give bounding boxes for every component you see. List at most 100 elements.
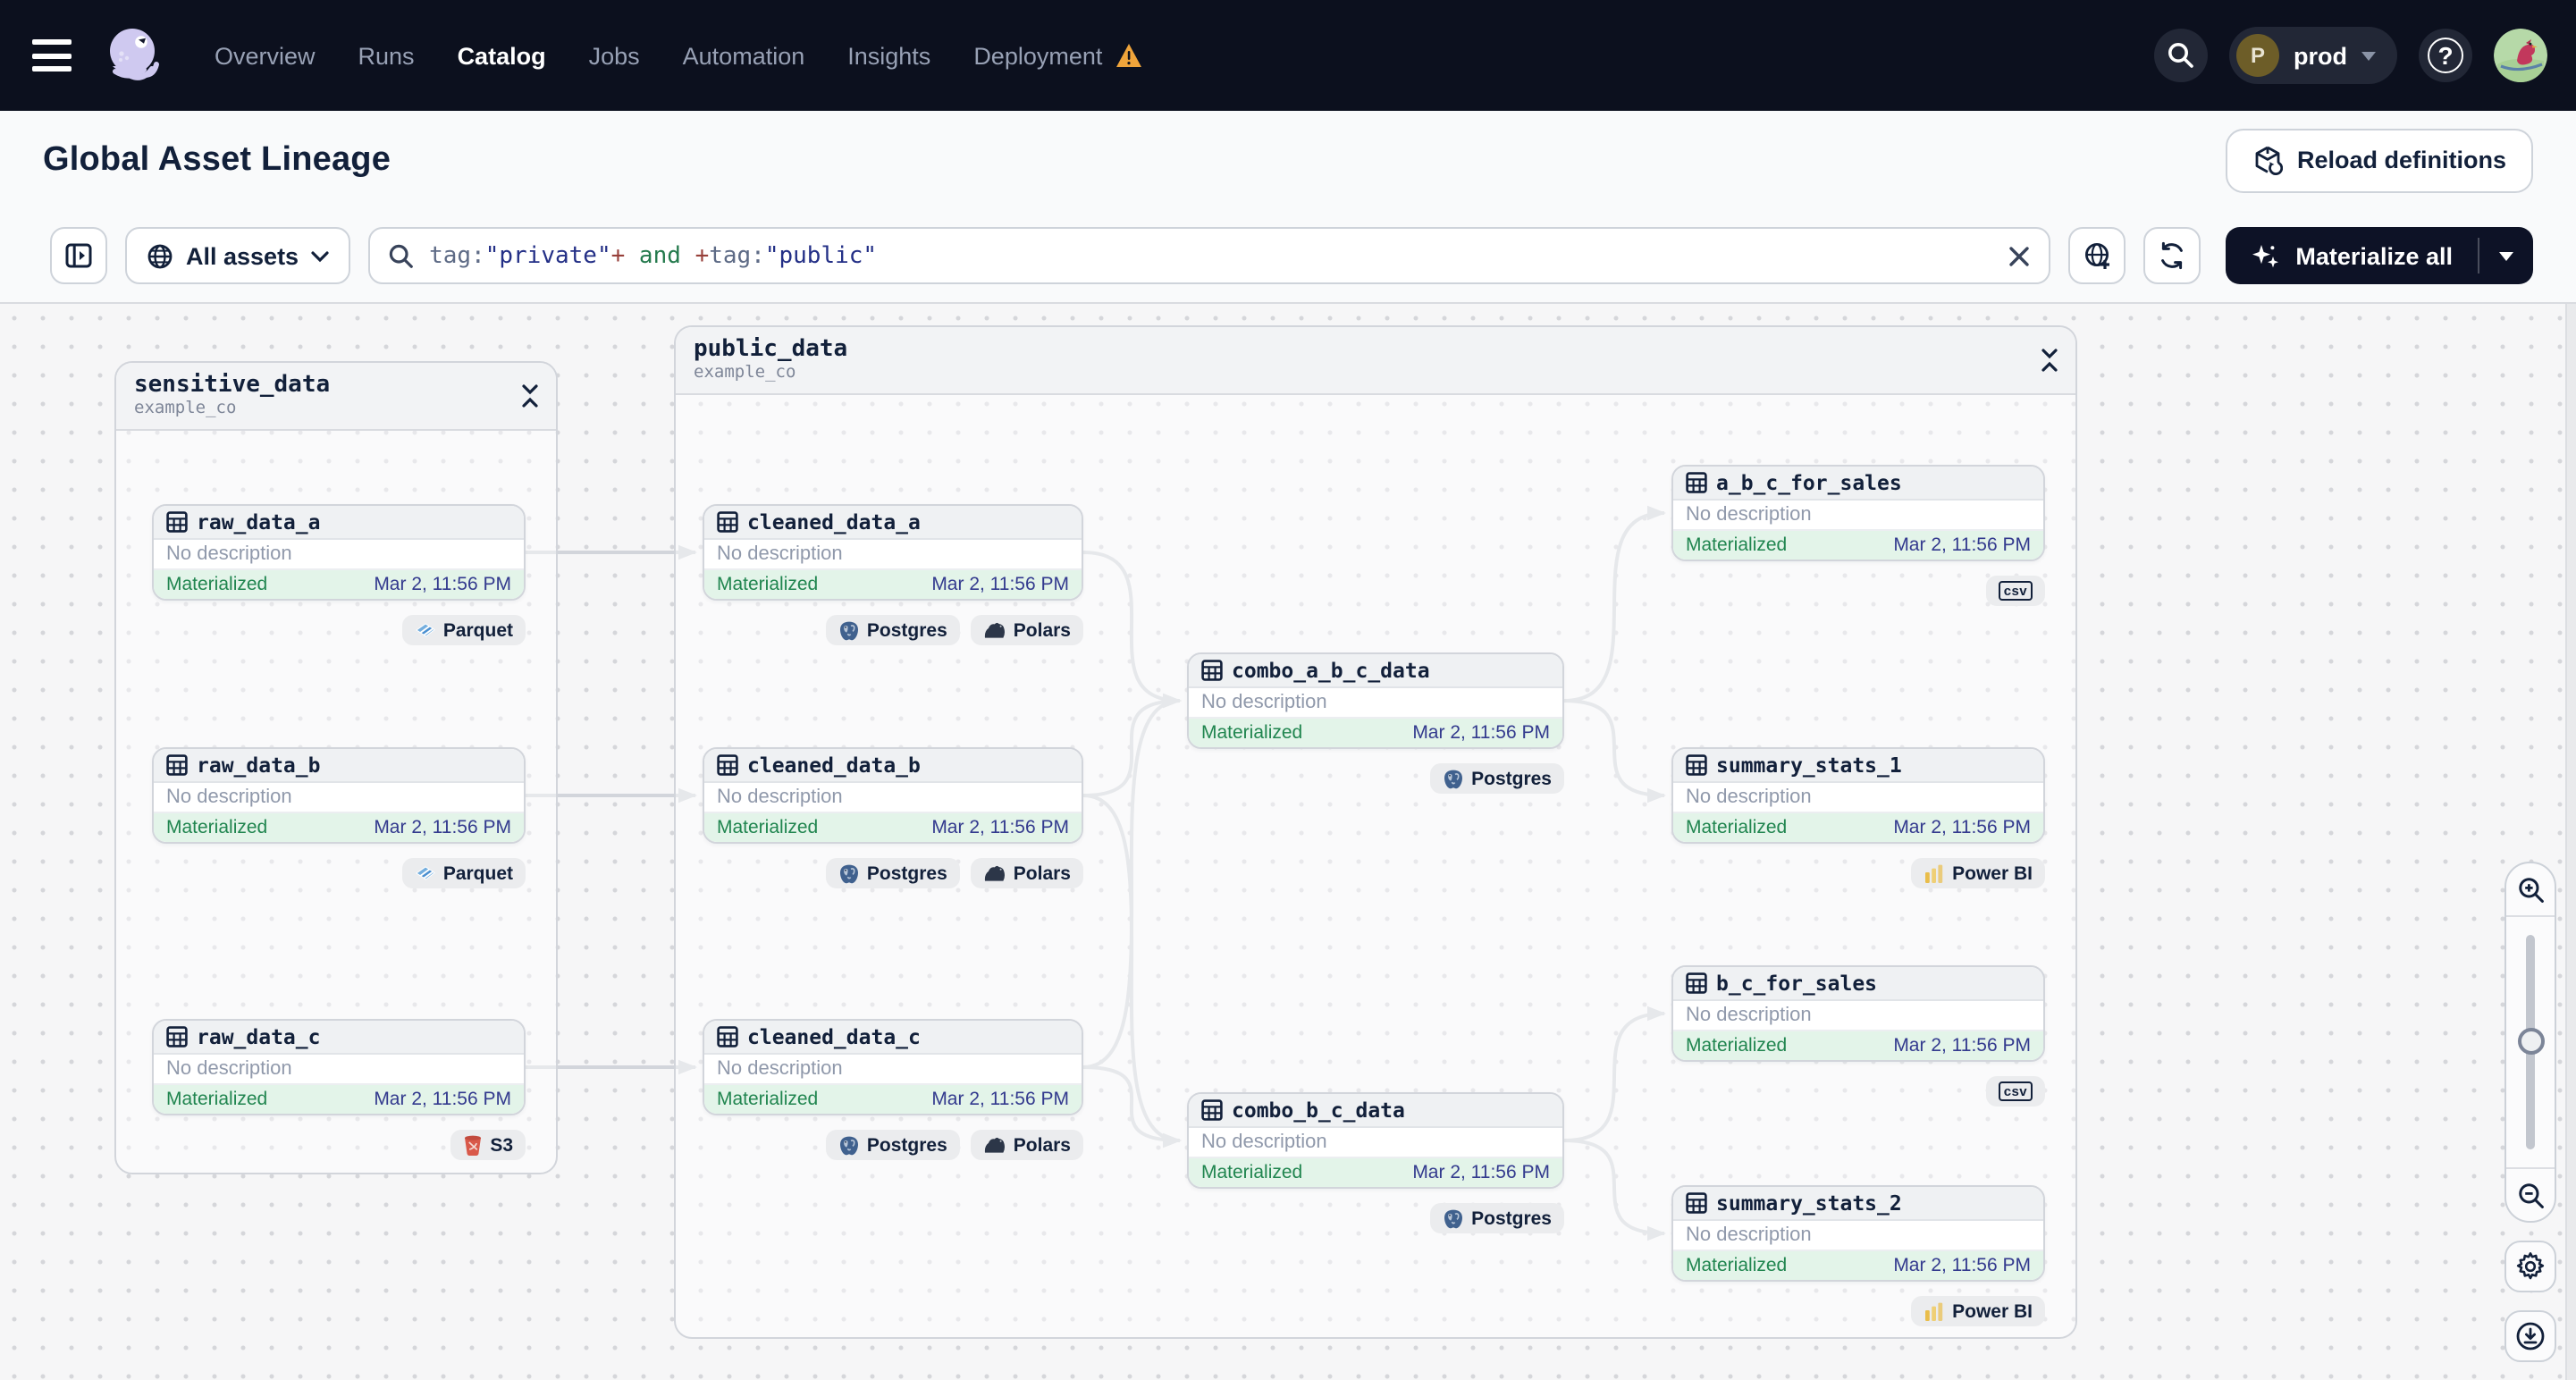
table-icon <box>717 511 738 533</box>
tag-parquet[interactable]: Parquet <box>401 615 526 645</box>
reload-definitions-button[interactable]: Reload definitions <box>2225 128 2533 192</box>
tag-polars[interactable]: Polars <box>970 615 1083 645</box>
asset-node-cleaned_data_b[interactable]: cleaned_data_b No description Materializ… <box>703 747 1083 844</box>
materialized-status: Materialized <box>1201 1162 1303 1183</box>
zoom-in-button[interactable] <box>2506 863 2555 915</box>
nav-item-jobs[interactable]: Jobs <box>589 42 640 69</box>
refresh-button[interactable] <box>2143 227 2201 284</box>
warning-icon <box>1115 44 1141 67</box>
user-avatar[interactable] <box>2494 29 2547 82</box>
asset-search-input[interactable]: tag:"private"+ and +tag:"public" <box>368 227 2051 284</box>
asset-description: No description <box>1673 783 2043 813</box>
polars-icon <box>983 864 1006 882</box>
new-selection-globe-button[interactable] <box>2068 227 2126 284</box>
tag-label: Postgres <box>866 1134 947 1156</box>
materialized-status: Materialized <box>1686 817 1788 838</box>
materialize-options-caret[interactable] <box>2479 227 2533 284</box>
asset-node-cleaned_data_c[interactable]: cleaned_data_c No description Materializ… <box>703 1019 1083 1115</box>
zoom-out-button[interactable] <box>2506 1169 2555 1221</box>
asset-tags-a_b_c_for_sales: csv <box>1671 576 2045 606</box>
tag-postgres[interactable]: Postgres <box>1430 1203 1564 1233</box>
materialize-all-label: Materialize all <box>2295 242 2453 269</box>
tag-label: Parquet <box>442 619 513 641</box>
tag-power-bi[interactable]: Power BI <box>1911 858 2045 888</box>
asset-node-combo_b_c_data[interactable]: combo_b_c_data No description Materializ… <box>1187 1092 1564 1189</box>
tag-power-bi[interactable]: Power BI <box>1911 1296 2045 1326</box>
asset-name: combo_b_c_data <box>1232 1098 1405 1123</box>
asset-node-summary_stats_1[interactable]: summary_stats_1 No description Materiali… <box>1671 747 2045 844</box>
tag-parquet[interactable]: Parquet <box>401 858 526 888</box>
toggle-left-panel-button[interactable] <box>50 227 107 284</box>
materialized-timestamp: Mar 2, 11:56 PM <box>1893 1255 2031 1276</box>
globe-icon <box>147 243 173 268</box>
tag-csv[interactable]: csv <box>1985 1076 2045 1107</box>
asset-tags-raw_data_a: Parquet <box>152 615 526 645</box>
environment-switcher[interactable]: P prod <box>2229 27 2397 84</box>
download-graph-button[interactable] <box>2504 1310 2556 1362</box>
nav-item-runs[interactable]: Runs <box>358 42 415 69</box>
materialize-all-button[interactable]: Materialize all <box>2226 227 2478 284</box>
asset-node-raw_data_c[interactable]: raw_data_c No description Materialized M… <box>152 1019 526 1115</box>
nav-item-deployment[interactable]: Deployment <box>973 42 1141 69</box>
tag-polars[interactable]: Polars <box>970 1130 1083 1160</box>
nav-item-automation[interactable]: Automation <box>683 42 805 69</box>
tag-postgres[interactable]: Postgres <box>1430 763 1564 794</box>
help-button[interactable]: ? <box>2419 29 2472 82</box>
chevron-down-icon <box>311 250 329 262</box>
collapse-group-icon[interactable] <box>2041 349 2058 372</box>
tag-postgres[interactable]: Postgres <box>825 858 960 888</box>
tag-postgres[interactable]: Postgres <box>825 1130 960 1160</box>
zoom-slider-handle[interactable] <box>2517 1028 2544 1055</box>
clear-search-icon[interactable] <box>2008 244 2031 267</box>
nav-item-insights[interactable]: Insights <box>847 42 930 69</box>
collapse-group-icon[interactable] <box>522 384 538 408</box>
table-icon <box>1686 1192 1707 1214</box>
materialized-status: Materialized <box>166 1089 268 1110</box>
tag-s3[interactable]: S3 <box>450 1130 526 1160</box>
asset-scope-label: All assets <box>186 242 299 269</box>
page-title: Global Asset Lineage <box>43 140 391 178</box>
table-icon <box>1686 472 1707 493</box>
asset-tags-cleaned_data_b: Postgres Polars <box>703 858 1083 888</box>
hamburger-menu-icon[interactable] <box>32 39 72 72</box>
asset-node-cleaned_data_a[interactable]: cleaned_data_a No description Materializ… <box>703 504 1083 601</box>
s3-icon <box>463 1134 483 1156</box>
asset-group-header[interactable]: sensitive_data example_co <box>116 363 556 431</box>
asset-description: No description <box>1673 1001 2043 1031</box>
asset-status-row: Materialized Mar 2, 11:56 PM <box>1673 1031 2043 1060</box>
tag-csv[interactable]: csv <box>1985 576 2045 606</box>
powerbi-icon <box>1924 862 1945 884</box>
zoom-slider[interactable] <box>2506 917 2555 1167</box>
lineage-canvas[interactable]: sensitive_data example_co public_data ex… <box>0 304 2576 1380</box>
polars-icon <box>983 621 1006 639</box>
asset-description: No description <box>1673 501 2043 531</box>
tag-label: Postgres <box>866 862 947 884</box>
reload-cube-icon <box>2255 146 2283 175</box>
asset-node-combo_a_b_c_data[interactable]: combo_a_b_c_data No description Material… <box>1187 652 1564 749</box>
nav-item-overview[interactable]: Overview <box>215 42 316 69</box>
asset-scope-dropdown[interactable]: All assets <box>125 227 351 284</box>
materialize-all-split-button: Materialize all <box>2226 227 2533 284</box>
search-icon <box>389 243 413 267</box>
asset-node-summary_stats_2[interactable]: summary_stats_2 No description Materiali… <box>1671 1185 2045 1282</box>
asset-node-b_c_for_sales[interactable]: b_c_for_sales No description Materialize… <box>1671 965 2045 1062</box>
graph-settings-button[interactable] <box>2504 1241 2556 1292</box>
asset-node-raw_data_b[interactable]: raw_data_b No description Materialized M… <box>152 747 526 844</box>
tag-polars[interactable]: Polars <box>970 858 1083 888</box>
asset-node-raw_data_a[interactable]: raw_data_a No description Materialized M… <box>152 504 526 601</box>
tag-postgres[interactable]: Postgres <box>825 615 960 645</box>
asset-node-a_b_c_for_sales[interactable]: a_b_c_for_sales No description Materiali… <box>1671 465 2045 561</box>
scrollbar-gutter[interactable] <box>2565 304 2576 1380</box>
asset-group-header[interactable]: public_data example_co <box>676 327 2075 395</box>
materialized-timestamp: Mar 2, 11:56 PM <box>1893 817 2031 838</box>
tag-label: Power BI <box>1952 1300 2033 1322</box>
materialized-timestamp: Mar 2, 11:56 PM <box>374 1089 511 1110</box>
materialized-status: Materialized <box>1686 1255 1788 1276</box>
dagster-logo-icon[interactable] <box>104 25 164 86</box>
powerbi-icon <box>1924 1300 1945 1322</box>
materialized-timestamp: Mar 2, 11:56 PM <box>374 574 511 595</box>
materialized-timestamp: Mar 2, 11:56 PM <box>931 817 1069 838</box>
search-icon[interactable] <box>2154 29 2208 82</box>
nav-item-catalog[interactable]: Catalog <box>458 42 546 69</box>
materialized-status: Materialized <box>1686 1035 1788 1056</box>
